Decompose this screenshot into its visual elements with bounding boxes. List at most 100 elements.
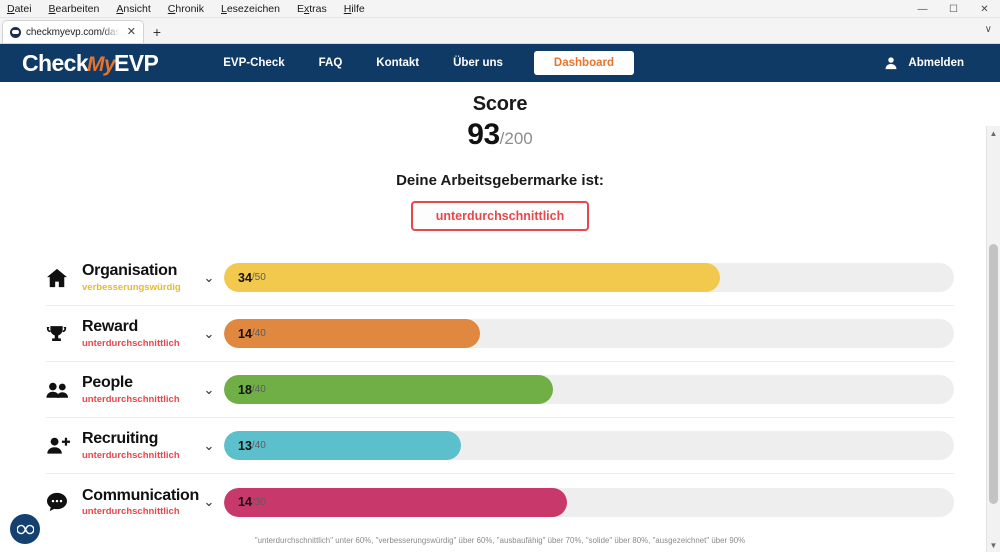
category-name: Recruiting <box>82 430 159 448</box>
category-row-communication[interactable]: Communication unterdurchschnittlich ⌄ 14… <box>46 474 954 530</box>
accessibility-widget-button[interactable] <box>10 514 40 544</box>
category-text-people: People unterdurchschnittlich <box>82 374 194 405</box>
category-name: People <box>82 374 133 392</box>
progress-bar-fill: 14/30 <box>224 487 568 517</box>
category-list: Organisation verbesserungswürdig ⌄ 34/50 <box>0 250 1000 530</box>
progress-bar-fill: 18/40 <box>224 375 553 404</box>
nav-link-faq[interactable]: FAQ <box>302 57 360 69</box>
score-value: 93 <box>467 118 500 151</box>
category-rating: unterdurchschnittlich <box>82 393 180 405</box>
category-text-recruiting: Recruiting unterdurchschnittlich <box>82 430 194 461</box>
score-max: /200 <box>499 129 533 148</box>
status-badge: unterdurchschnittlich <box>411 201 589 231</box>
maximize-icon[interactable]: ☐ <box>938 0 969 18</box>
category-rating: verbesserungswürdig <box>82 281 181 293</box>
logout-link[interactable]: Abmelden <box>908 57 964 69</box>
tab-close-icon[interactable]: ✕ <box>125 26 138 38</box>
nav-link-ueber-uns[interactable]: Über uns <box>436 57 520 69</box>
tab-strip: checkmyevp.com/dashboard ✕ + ∨ <box>0 18 1000 44</box>
category-row-organisation[interactable]: Organisation verbesserungswürdig ⌄ 34/50 <box>46 250 954 306</box>
category-value: 34 <box>238 270 252 285</box>
chevron-down-icon[interactable]: ⌄ <box>194 438 224 454</box>
menu-extras[interactable]: Extras <box>294 2 330 16</box>
category-text-organisation: Organisation verbesserungswürdig <box>82 262 194 293</box>
person-add-icon <box>46 436 82 455</box>
progress-bar-fill: 13/40 <box>224 431 462 460</box>
category-rating: unterdurchschnittlich <box>82 449 180 461</box>
progress-bar-track: 14/40 <box>224 319 954 348</box>
nav-link-evp-check[interactable]: EVP-Check <box>206 57 301 69</box>
scrollbar-thumb[interactable] <box>989 244 998 504</box>
trophy-icon <box>46 324 82 344</box>
progress-bar-track: 14/30 <box>224 487 954 517</box>
menu-chronik[interactable]: Chronik <box>165 2 207 16</box>
people-icon <box>46 381 82 399</box>
chevron-down-icon[interactable]: ⌄ <box>194 326 224 342</box>
browser-tab-active[interactable]: checkmyevp.com/dashboard ✕ <box>2 20 144 43</box>
progress-bar-fill: 34/50 <box>224 263 721 292</box>
category-rating: unterdurchschnittlich <box>82 337 180 349</box>
tab-title: checkmyevp.com/dashboard <box>26 26 120 38</box>
category-row-people[interactable]: People unterdurchschnittlich ⌄ 18/40 <box>46 362 954 418</box>
category-max: /40 <box>251 328 266 339</box>
new-tab-button[interactable]: + <box>144 20 170 43</box>
user-icon <box>885 57 897 70</box>
score-heading: Score <box>472 93 528 115</box>
category-row-reward[interactable]: Reward unterdurchschnittlich ⌄ 14/40 <box>46 306 954 362</box>
category-text-reward: Reward unterdurchschnittlich <box>82 318 194 349</box>
category-value: 13 <box>238 438 252 453</box>
logo-part-my: My <box>87 52 116 76</box>
primary-nav: EVP-Check FAQ Kontakt Über uns Dashboard <box>206 51 634 75</box>
logo-part-evp: EVP <box>114 49 159 76</box>
home-icon <box>46 268 82 288</box>
progress-bar-fill: 14/40 <box>224 319 480 348</box>
infinity-icon <box>16 524 34 534</box>
navbar-account-area: Abmelden <box>884 56 986 70</box>
logo-part-check: Check <box>22 49 89 76</box>
close-icon[interactable]: ✕ <box>969 0 1000 18</box>
rating-legend-footnote: "unterdurchschnittlich" unter 60%, "verb… <box>254 536 746 545</box>
minimize-icon[interactable]: — <box>907 0 938 18</box>
site-navbar: Check My EVP EVP-Check FAQ Kontakt Über un… <box>0 44 1000 82</box>
site-logo[interactable]: Check My EVP <box>22 49 159 77</box>
window-controls: — ☐ ✕ <box>907 0 1000 18</box>
progress-bar-track: 34/50 <box>224 263 954 292</box>
site-favicon-icon <box>10 26 21 38</box>
page-scrollbar[interactable]: ▲ ▼ <box>986 126 1000 552</box>
category-value: 14 <box>238 326 252 341</box>
brand-badge-wrap: unterdurchschnittlich <box>0 201 1000 231</box>
chevron-down-icon[interactable]: ⌄ <box>194 382 224 398</box>
category-name: Reward <box>82 318 138 336</box>
menu-bearbeiten[interactable]: Bearbeiten <box>46 2 103 16</box>
toolbar-chevron-down-icon[interactable]: ∨ <box>985 24 992 35</box>
category-text-communication: Communication unterdurchschnittlich <box>82 486 199 518</box>
score-value-row: 93/200 <box>0 118 1000 152</box>
category-name: Communication <box>82 486 199 504</box>
brand-question: Deine Arbeitsgebermarke ist: <box>396 172 604 189</box>
nav-dashboard-button[interactable]: Dashboard <box>533 51 634 75</box>
browser-menu-bar: Datei Bearbeiten Ansicht Chronik Lesezei… <box>0 0 1000 18</box>
menu-lesezeichen[interactable]: Lesezeichen <box>218 2 283 16</box>
dashboard-page: Score 93/200 Deine Arbeitsgebermarke ist… <box>0 82 1000 552</box>
category-value: 14 <box>238 495 252 509</box>
progress-bar-track: 13/40 <box>224 431 954 460</box>
scroll-down-icon[interactable]: ▼ <box>987 538 1000 552</box>
category-row-recruiting[interactable]: Recruiting unterdurchschnittlich ⌄ 13/40 <box>46 418 954 474</box>
browser-window: Datei Bearbeiten Ansicht Chronik Lesezei… <box>0 0 1000 552</box>
nav-link-kontakt[interactable]: Kontakt <box>359 57 436 69</box>
progress-bar-track: 18/40 <box>224 375 954 404</box>
menu-ansicht[interactable]: Ansicht <box>113 2 153 16</box>
category-max: /30 <box>251 496 266 508</box>
chevron-down-icon[interactable]: ⌄ <box>194 494 224 510</box>
scroll-up-icon[interactable]: ▲ <box>987 126 1000 140</box>
category-value: 18 <box>238 382 252 397</box>
category-rating: unterdurchschnittlich <box>82 506 180 518</box>
category-max: /50 <box>251 272 266 283</box>
chat-bubble-icon <box>46 492 82 512</box>
chevron-down-icon[interactable]: ⌄ <box>194 270 224 286</box>
category-max: /40 <box>251 440 266 451</box>
menu-hilfe[interactable]: Hilfe <box>341 2 368 16</box>
menu-datei[interactable]: Datei <box>4 2 35 16</box>
category-max: /40 <box>251 384 266 395</box>
category-name: Organisation <box>82 262 178 280</box>
